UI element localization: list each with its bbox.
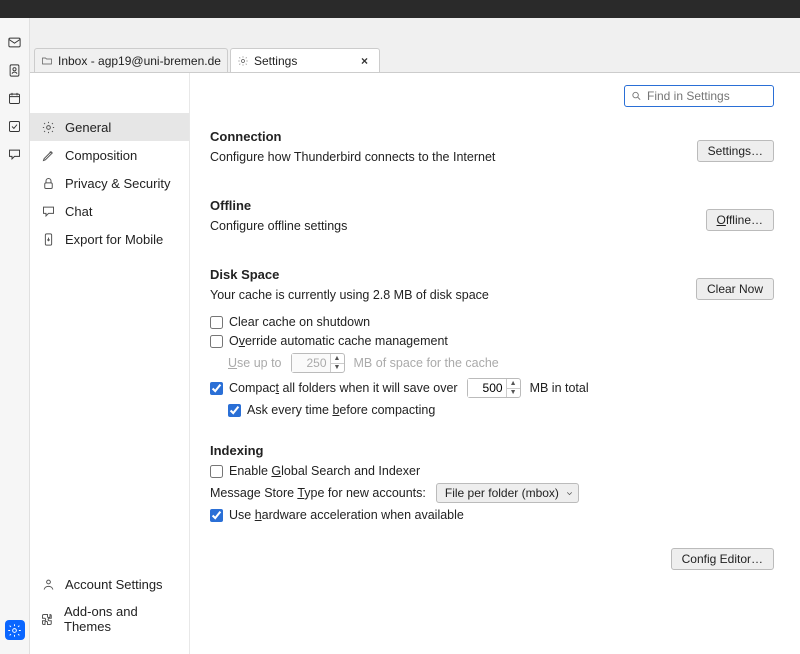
addressbook-icon[interactable] — [5, 60, 25, 80]
section-title: Disk Space — [210, 267, 489, 282]
checkbox-label: Clear cache on shutdown — [229, 315, 370, 329]
app-root: Inbox - agp19@uni-bremen.de Settings × G… — [0, 0, 800, 654]
tab-label: Settings — [254, 54, 356, 68]
compact-threshold-input[interactable]: ▲▼ — [467, 378, 521, 398]
pencil-icon — [40, 147, 56, 163]
sidebar-item-label: Export for Mobile — [65, 232, 163, 247]
folder-icon — [41, 55, 53, 67]
account-icon — [40, 576, 56, 592]
sidebar-item-export[interactable]: Export for Mobile — [30, 225, 189, 253]
content-row: General Composition Privacy & Security — [30, 72, 800, 654]
tab-label: Inbox - agp19@uni-bremen.de — [58, 54, 221, 68]
section-title: Indexing — [210, 443, 774, 458]
checkbox-label: Override automatic cache management — [229, 334, 448, 348]
cache-size-input: ▲▼ — [291, 353, 345, 373]
config-editor-row: Config Editor… — [210, 548, 774, 570]
section-connection: Connection Configure how Thunderbird con… — [210, 129, 774, 172]
checkbox-input[interactable] — [210, 316, 223, 329]
config-editor-button[interactable]: Config Editor… — [671, 548, 774, 570]
checkbox-input[interactable] — [210, 465, 223, 478]
tab-strip: Inbox - agp19@uni-bremen.de Settings × — [30, 48, 800, 72]
sidebar-item-general[interactable]: General — [30, 113, 189, 141]
sidebar-item-privacy[interactable]: Privacy & Security — [30, 169, 189, 197]
spinner-icon[interactable]: ▲▼ — [506, 379, 520, 397]
select-value: File per folder (mbox) — [445, 486, 559, 500]
spinner-icon: ▲▼ — [330, 354, 344, 372]
number-input — [292, 354, 330, 372]
checkbox-label: Compact all folders when it will save ov… — [229, 381, 458, 395]
label: MB of space for the cache — [354, 356, 499, 370]
search-input[interactable] — [647, 89, 767, 103]
lock-icon — [40, 175, 56, 191]
checkbox-input[interactable] — [210, 382, 223, 395]
checkbox-label: Enable Global Search and Indexer — [229, 464, 420, 478]
settings-sidebar: General Composition Privacy & Security — [30, 73, 190, 654]
toolbar-row — [30, 18, 800, 48]
sidebar-item-label: Account Settings — [65, 577, 163, 592]
sidebar-item-addons[interactable]: Add-ons and Themes — [30, 598, 189, 640]
section-indexing: Indexing Enable Global Search and Indexe… — [210, 443, 774, 522]
sidebar-item-composition[interactable]: Composition — [30, 141, 189, 169]
checkbox-input[interactable] — [228, 404, 241, 417]
connection-settings-button[interactable]: Settings… — [697, 140, 774, 162]
tab-settings[interactable]: Settings × — [230, 48, 380, 72]
section-desc: Configure offline settings — [210, 219, 347, 233]
tasks-icon[interactable] — [5, 116, 25, 136]
section-offline: Offline Configure offline settings Offli… — [210, 198, 774, 241]
checkbox-input[interactable] — [210, 509, 223, 522]
mail-icon[interactable] — [5, 32, 25, 52]
section-title: Offline — [210, 198, 347, 213]
checkbox-input[interactable] — [210, 335, 223, 348]
checkbox-ask-before-compact[interactable]: Ask every time before compacting — [228, 403, 774, 417]
label: Use up to — [228, 356, 282, 370]
activity-bar — [0, 0, 30, 654]
sidebar-item-label: Privacy & Security — [65, 176, 170, 191]
chat-icon — [40, 203, 56, 219]
puzzle-icon — [40, 611, 55, 627]
clear-now-button[interactable]: Clear Now — [696, 278, 774, 300]
sidebar-item-chat[interactable]: Chat — [30, 197, 189, 225]
sidebar-item-label: Chat — [65, 204, 92, 219]
use-up-to-row: Use up to ▲▼ MB of space for the cache — [228, 353, 774, 373]
chevron-down-icon — [565, 489, 574, 498]
settings-pane: Connection Configure how Thunderbird con… — [190, 73, 800, 654]
label: Message Store Type for new accounts: — [210, 486, 426, 500]
search-icon — [631, 90, 642, 102]
section-disk-space: Disk Space Your cache is currently using… — [210, 267, 774, 417]
checkbox-compact-folders[interactable]: Compact all folders when it will save ov… — [210, 378, 774, 398]
label: MB in total — [530, 381, 589, 395]
sidebar-item-label: General — [65, 120, 111, 135]
number-input[interactable] — [468, 379, 506, 397]
section-desc: Your cache is currently using 2.8 MB of … — [210, 288, 489, 302]
gear-icon — [40, 119, 56, 135]
checkbox-label: Use hardware acceleration when available — [229, 508, 464, 522]
checkbox-global-search[interactable]: Enable Global Search and Indexer — [210, 464, 774, 478]
settings-icon[interactable] — [5, 620, 25, 640]
offline-button[interactable]: Offline… — [706, 209, 774, 231]
section-desc: Configure how Thunderbird connects to th… — [210, 150, 495, 164]
chat-icon[interactable] — [5, 144, 25, 164]
checkbox-clear-cache-shutdown[interactable]: Clear cache on shutdown — [210, 315, 774, 329]
checkbox-override-cache[interactable]: Override automatic cache management — [210, 334, 774, 348]
sidebar-bottom: Account Settings Add-ons and Themes — [30, 570, 189, 654]
message-store-row: Message Store Type for new accounts: Fil… — [210, 483, 774, 503]
tab-inbox[interactable]: Inbox - agp19@uni-bremen.de — [34, 48, 228, 72]
checkbox-hardware-accel[interactable]: Use hardware acceleration when available — [210, 508, 774, 522]
sidebar-item-label: Add-ons and Themes — [64, 604, 179, 634]
sidebar-item-account-settings[interactable]: Account Settings — [30, 570, 189, 598]
calendar-icon[interactable] — [5, 88, 25, 108]
close-icon[interactable]: × — [361, 54, 373, 68]
section-title: Connection — [210, 129, 495, 144]
search-row — [210, 85, 774, 107]
message-store-select[interactable]: File per folder (mbox) — [436, 483, 579, 503]
titlebar — [0, 0, 800, 18]
sidebar-item-label: Composition — [65, 148, 137, 163]
checkbox-label: Ask every time before compacting — [247, 403, 435, 417]
gear-icon — [237, 55, 249, 67]
main-column: Inbox - agp19@uni-bremen.de Settings × G… — [30, 18, 800, 654]
mobile-export-icon — [40, 231, 56, 247]
search-input-container[interactable] — [624, 85, 774, 107]
